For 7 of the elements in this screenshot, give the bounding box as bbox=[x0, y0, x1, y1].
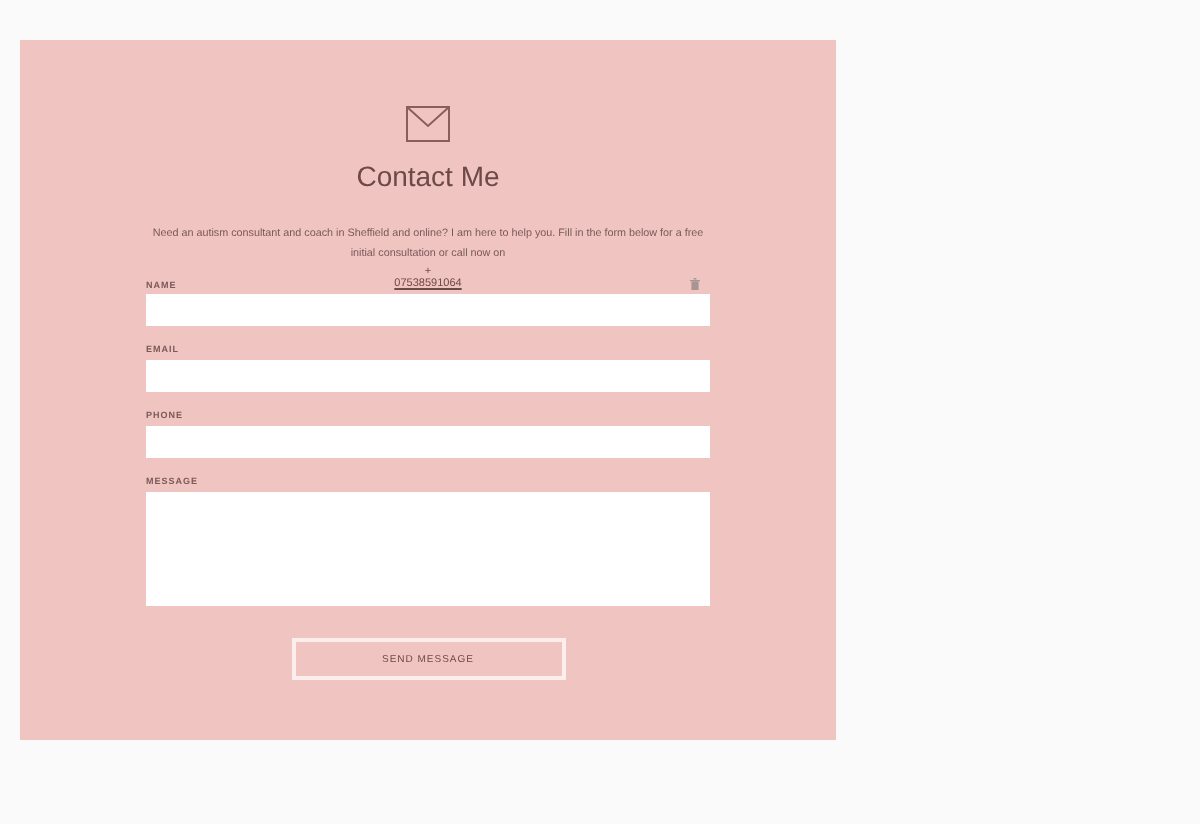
trash-icon bbox=[690, 278, 700, 290]
message-field[interactable] bbox=[146, 492, 710, 606]
input-field[interactable] bbox=[146, 426, 710, 458]
input-field[interactable] bbox=[146, 294, 710, 326]
input-field[interactable] bbox=[146, 360, 710, 392]
heading: Contact Me bbox=[356, 160, 500, 192]
envelope-icon bbox=[406, 106, 450, 142]
